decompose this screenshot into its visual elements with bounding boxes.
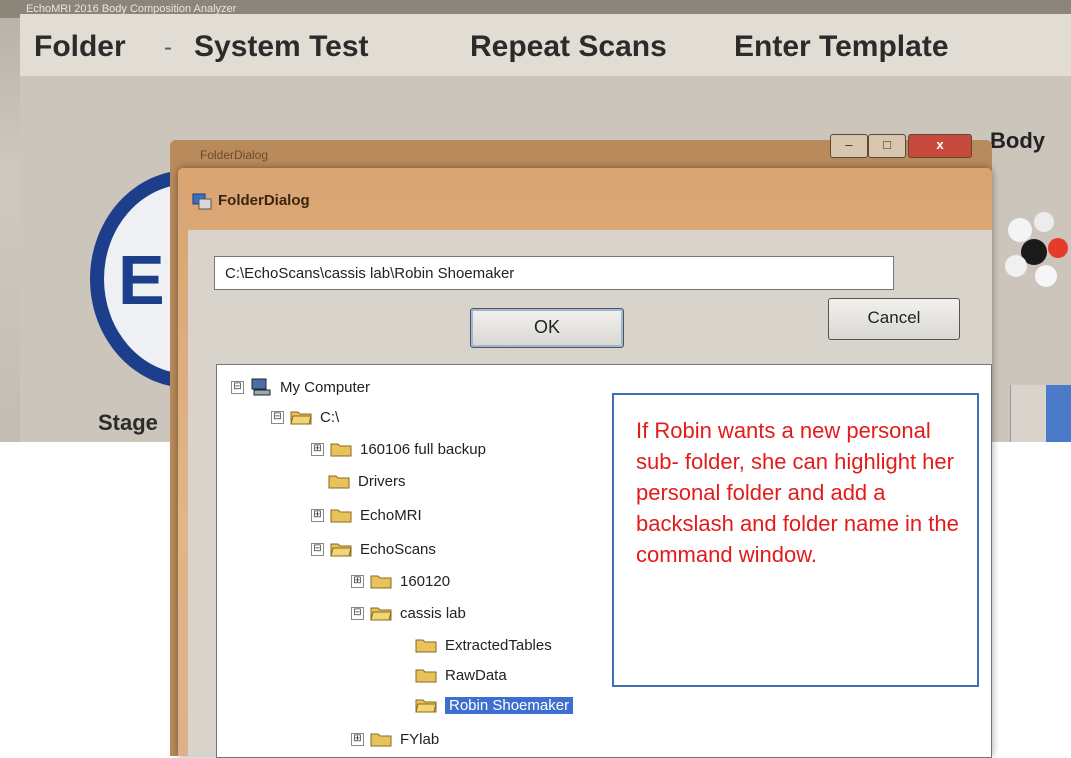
tree-item-160120[interactable]: ⊞ 160120 [351,569,450,593]
menu-enter-template[interactable]: Enter Template [734,30,949,64]
close-button[interactable]: x [908,134,972,158]
scrollbar[interactable] [1010,385,1047,442]
open-folder-icon [290,411,312,425]
minimize-button[interactable]: – [830,134,868,158]
folder-icon [370,733,392,747]
menu-separator: - [164,34,172,61]
tree-item-label: C:\ [320,408,340,426]
tree-item-robin-shoemaker[interactable]: Robin Shoemaker [415,693,574,717]
tree-item-my-computer[interactable]: ⊟ My Computer [231,375,370,399]
collapse-icon[interactable]: ⊟ [271,410,284,424]
dialog-app-icon [192,193,212,210]
app-menu-bar: Folder - System Test Repeat Scans Enter … [20,14,1071,76]
tree-item-label: EchoScans [360,540,436,558]
tree-item-label-selected: Robin Shoemaker [445,696,574,714]
menu-folder[interactable]: Folder [34,30,126,64]
tree-item-label: 160120 [400,572,451,590]
window-controls: – □ x [830,134,986,158]
logo-letter: E [118,241,165,319]
molecule-icon [1005,212,1068,287]
expand-icon[interactable]: ⊞ [311,508,324,522]
path-input[interactable]: C:\EchoScans\cassis lab\Robin Shoemaker [214,256,894,290]
open-folder-icon [330,543,352,557]
tree-item-label: My Computer [280,378,371,396]
tree-item-c-drive[interactable]: ⊟ C:\ [271,405,339,429]
folder-icon [330,443,352,457]
tree-item-echomri[interactable]: ⊞ EchoMRI [311,503,422,527]
collapse-icon[interactable]: ⊟ [311,542,324,556]
menu-system-test[interactable]: System Test [194,30,369,64]
tree-item-fylab[interactable]: ⊞ FYlab [351,727,439,751]
tree-item-label: cassis lab [400,604,466,622]
tree-item-drivers[interactable]: Drivers [328,469,406,493]
callout-text: If Robin wants a new personal sub- folde… [636,418,959,567]
stage-label: Stage [98,410,158,435]
folder-icon [415,669,437,683]
folder-icon [330,509,352,523]
folder-icon [328,475,350,489]
tree-item-extractedtables[interactable]: ExtractedTables [415,633,552,657]
body-label: Body [990,128,1045,153]
expand-icon[interactable]: ⊞ [311,442,324,456]
maximize-button[interactable]: □ [868,134,906,158]
tree-item-label: ExtractedTables [445,636,552,654]
side-panel [1046,385,1071,442]
expand-icon[interactable]: ⊞ [351,732,364,746]
open-folder-icon [415,699,437,713]
collapse-icon[interactable]: ⊟ [351,606,364,620]
tree-item-label: 160106 full backup [360,440,486,458]
cancel-button[interactable]: Cancel [828,298,960,340]
folder-icon [415,639,437,653]
expand-icon[interactable]: ⊞ [351,574,364,588]
tree-item-label: FYlab [400,730,440,748]
ok-button[interactable]: OK [470,308,624,348]
tree-item-rawdata[interactable]: RawData [415,663,507,687]
back-dialog-title: FolderDialog [200,148,269,162]
folder-icon [370,575,392,589]
tree-item-label: RawData [445,666,507,684]
computer-icon [251,378,271,396]
tree-item-cassis-lab[interactable]: ⊟ cassis lab [351,601,466,625]
menu-repeat-scans[interactable]: Repeat Scans [470,30,667,64]
tree-item-label: Drivers [358,472,406,490]
tree-item-label: EchoMRI [360,506,422,524]
tree-item-160106-full-backup[interactable]: ⊞ 160106 full backup [311,437,486,461]
annotation-callout: If Robin wants a new personal sub- folde… [612,393,979,687]
collapse-icon[interactable]: ⊟ [231,380,244,394]
dialog-title: FolderDialog [218,192,310,209]
open-folder-icon [370,607,392,621]
tree-item-echoscans[interactable]: ⊟ EchoScans [311,537,436,561]
